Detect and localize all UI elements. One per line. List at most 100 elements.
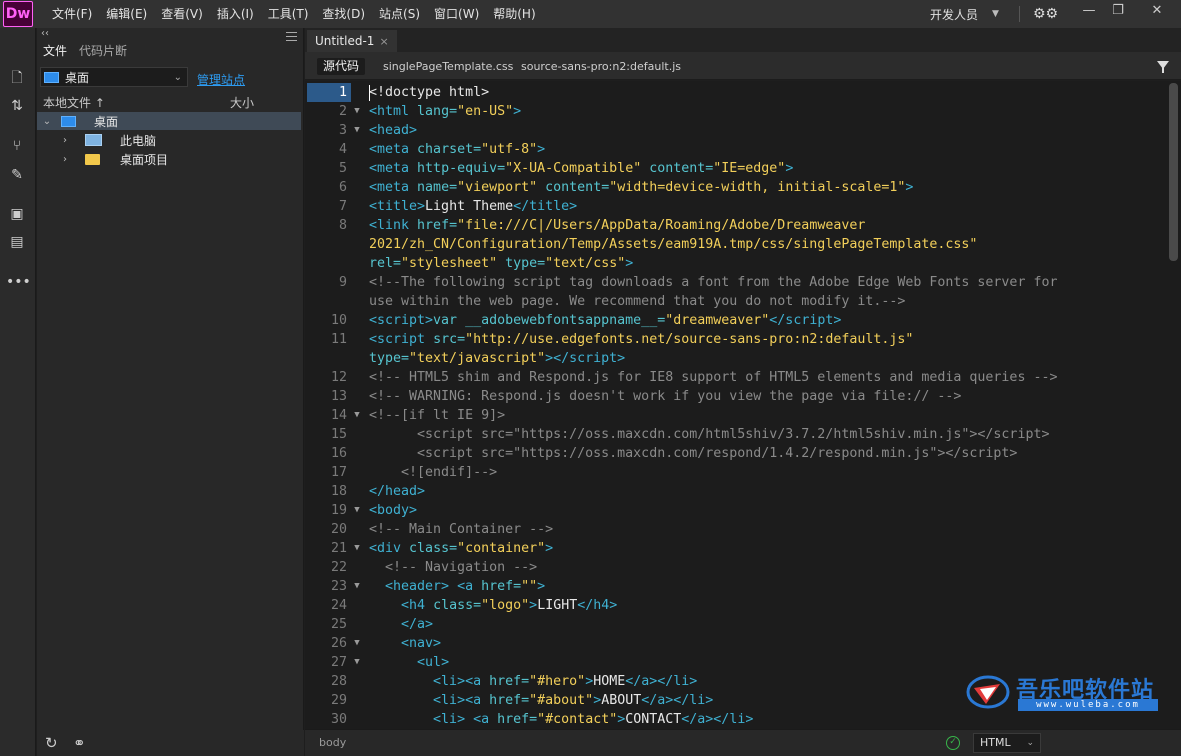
code-line[interactable]: type="text/javascript"></script> bbox=[305, 349, 1167, 368]
sync-icon[interactable]: ⚙⚙ bbox=[1033, 5, 1059, 23]
menu-item[interactable]: 窗口(W) bbox=[427, 0, 486, 28]
column-local-files[interactable]: 本地文件 ↑ bbox=[43, 94, 105, 111]
code-line[interactable]: 20 <!-- Main Container --> bbox=[305, 520, 1167, 539]
menu-item[interactable]: 查找(D) bbox=[315, 0, 372, 28]
filter-icon[interactable] bbox=[1157, 61, 1169, 73]
menu-item[interactable]: 工具(T) bbox=[261, 0, 316, 28]
document-type-select[interactable]: HTML ⌄ bbox=[973, 733, 1041, 753]
close-button[interactable]: ✕ bbox=[1140, 0, 1174, 24]
panel-menu-icon[interactable] bbox=[286, 32, 297, 41]
tree-item-desktop-project[interactable]: › 桌面项目 bbox=[37, 150, 301, 168]
tree-item-this-pc[interactable]: › 此电脑 bbox=[37, 131, 301, 149]
chevron-down-icon: ⌄ bbox=[1026, 738, 1034, 748]
code-line[interactable]: 23 ▼ <header> <a href=""> bbox=[305, 577, 1167, 596]
code-line[interactable]: use within the web page. We recommend th… bbox=[305, 292, 1167, 311]
chevron-right-icon[interactable]: › bbox=[59, 135, 71, 146]
related-source-code[interactable]: 源代码 bbox=[317, 58, 366, 75]
chevron-down-icon[interactable]: ⌄ bbox=[41, 116, 53, 127]
code-line[interactable]: 14 ▼ <!--[if lt IE 9]> bbox=[305, 406, 1167, 425]
document-tabs: Untitled-1 × bbox=[305, 28, 1181, 52]
checklist-icon[interactable]: ▤ bbox=[6, 232, 28, 252]
code-line[interactable]: 1 <!doctype html> bbox=[305, 83, 1167, 102]
site-select[interactable]: 桌面 ⌄ bbox=[40, 67, 188, 87]
code-line[interactable]: 9 <!--The following script tag downloads … bbox=[305, 273, 1167, 292]
fold-toggle-icon[interactable]: ▼ bbox=[351, 577, 363, 596]
code-line[interactable]: 13 <!-- WARNING: Respond.js doesn't work … bbox=[305, 387, 1167, 406]
line-number: 12 bbox=[330, 370, 347, 385]
code-text: type="text/javascript"></script> bbox=[369, 351, 626, 366]
folder-icon bbox=[85, 153, 100, 165]
line-number: 24 bbox=[330, 598, 347, 613]
menu-item[interactable]: 站点(S) bbox=[372, 0, 427, 28]
code-line[interactable]: 25 </a> bbox=[305, 615, 1167, 634]
column-size[interactable]: 大小 bbox=[230, 94, 254, 111]
code-line[interactable]: 19 ▼ <body> bbox=[305, 501, 1167, 520]
related-js-file[interactable]: source-sans-pro:n2:default.js bbox=[515, 58, 687, 75]
code-text: <ul> bbox=[417, 655, 450, 670]
menu-item[interactable]: 文件(F) bbox=[45, 0, 99, 28]
menu-item[interactable]: 帮助(H) bbox=[486, 0, 542, 28]
more-icon[interactable]: ••• bbox=[6, 272, 31, 292]
code-line[interactable]: 7 <title>Light Theme</title> bbox=[305, 197, 1167, 216]
inspect-icon[interactable]: ✎ bbox=[6, 165, 28, 185]
code-line[interactable]: 27 ▼ <ul> bbox=[305, 653, 1167, 672]
vertical-scrollbar[interactable] bbox=[1169, 83, 1178, 261]
code-line[interactable]: rel="stylesheet" type="text/css"> bbox=[305, 254, 1167, 273]
code-line[interactable]: 11 <script src="http://use.edgefonts.net/… bbox=[305, 330, 1167, 349]
watermark-logo bbox=[966, 675, 1010, 709]
tab-files[interactable]: 文件 bbox=[37, 40, 73, 62]
code-line[interactable]: 6 <meta name="viewport" content="width=de… bbox=[305, 178, 1167, 197]
code-line[interactable]: 21 ▼ <div class="container"> bbox=[305, 539, 1167, 558]
code-line[interactable]: 26 ▼ <nav> bbox=[305, 634, 1167, 653]
file-icon[interactable]: 🗋 bbox=[6, 68, 28, 88]
fold-toggle-icon[interactable]: ▼ bbox=[351, 406, 363, 425]
code-text: <nav> bbox=[401, 636, 442, 651]
code-line[interactable]: 5 <meta http-equiv="X-UA-Compatible" cont… bbox=[305, 159, 1167, 178]
fold-toggle-icon[interactable]: ▼ bbox=[351, 121, 363, 140]
fold-toggle-icon[interactable]: ▼ bbox=[351, 501, 363, 520]
fold-toggle-icon[interactable]: ▼ bbox=[351, 102, 363, 121]
code-line[interactable]: 4 <meta charset="utf-8"> bbox=[305, 140, 1167, 159]
line-number: 9 bbox=[338, 275, 347, 290]
code-line[interactable]: 3 ▼ <head> bbox=[305, 121, 1167, 140]
menu-item[interactable]: 编辑(E) bbox=[99, 0, 154, 28]
code-line[interactable]: 16 <script src="https://oss.maxcdn.com/r… bbox=[305, 444, 1167, 463]
tag-selector[interactable]: body bbox=[319, 736, 346, 749]
restore-button[interactable]: ❐ bbox=[1101, 0, 1135, 24]
code-line[interactable]: 2021/zh_CN/Configuration/Temp/Assets/eam… bbox=[305, 235, 1167, 254]
collapse-icon[interactable]: ‹‹ bbox=[41, 28, 49, 39]
code-editor[interactable]: 1 <!doctype html> 2 ▼ <html lang="en-US"> 3 ▼ <… bbox=[305, 81, 1181, 729]
close-icon[interactable]: × bbox=[379, 35, 388, 48]
fold-toggle-icon[interactable]: ▼ bbox=[351, 653, 363, 672]
menu-item[interactable]: 插入(I) bbox=[210, 0, 261, 28]
document-tab[interactable]: Untitled-1 × bbox=[307, 30, 397, 52]
comment-icon[interactable]: ▣ bbox=[6, 204, 28, 224]
chevron-right-icon[interactable]: › bbox=[59, 154, 71, 165]
tree-item-desktop[interactable]: ⌄ 桌面 bbox=[37, 112, 301, 130]
connect-icon[interactable]: ⚭ bbox=[73, 734, 86, 752]
line-number: 26 bbox=[330, 636, 347, 651]
code-line[interactable]: 18 </head> bbox=[305, 482, 1167, 501]
code-line[interactable]: 24 <h4 class="logo">LIGHT</h4> bbox=[305, 596, 1167, 615]
code-line[interactable]: 10 <script>var __adobewebfontsappname__="… bbox=[305, 311, 1167, 330]
fold-toggle-icon[interactable]: ▼ bbox=[351, 539, 363, 558]
sort-icon[interactable]: ⇅ bbox=[6, 96, 28, 116]
refresh-icon[interactable]: ↻ bbox=[45, 734, 58, 752]
line-number: 20 bbox=[330, 522, 347, 537]
code-line[interactable]: 22 <!-- Navigation --> bbox=[305, 558, 1167, 577]
code-line[interactable]: 12 <!-- HTML5 shim and Respond.js for IE8… bbox=[305, 368, 1167, 387]
tab-snippets[interactable]: 代码片断 bbox=[73, 40, 133, 62]
fold-toggle-icon[interactable]: ▼ bbox=[351, 634, 363, 653]
line-number: 10 bbox=[330, 313, 347, 328]
code-line[interactable]: 2 ▼ <html lang="en-US"> bbox=[305, 102, 1167, 121]
chevron-down-icon: ▼ bbox=[992, 9, 999, 19]
related-css-file[interactable]: singlePageTemplate.css bbox=[377, 58, 519, 75]
code-line[interactable]: 8 <link href="file:///C|/Users/AppData/Ro… bbox=[305, 216, 1167, 235]
workspace-switcher[interactable]: 开发人员 ▼ bbox=[930, 0, 999, 28]
manage-site-link[interactable]: 管理站点 bbox=[197, 71, 245, 88]
git-icon[interactable]: ⑂ bbox=[6, 136, 28, 156]
code-line[interactable]: 15 <script src="https://oss.maxcdn.com/h… bbox=[305, 425, 1167, 444]
watermark-url: www.wuleba.com bbox=[1018, 699, 1158, 711]
menu-item[interactable]: 查看(V) bbox=[154, 0, 210, 28]
code-line[interactable]: 17 <![endif]--> bbox=[305, 463, 1167, 482]
